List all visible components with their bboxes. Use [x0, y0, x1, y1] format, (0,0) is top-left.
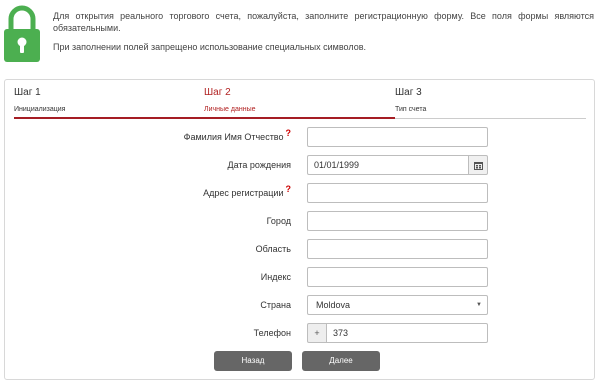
- step-indicator: Шаг 1 Инициализация Шаг 2 Личные данные …: [14, 87, 586, 121]
- calendar-button[interactable]: [468, 155, 488, 175]
- phone-input[interactable]: [326, 323, 488, 343]
- step-1-subtitle: Инициализация: [14, 106, 66, 113]
- city-row: Город: [5, 211, 594, 231]
- step-2-subtitle: Личные данные: [204, 106, 256, 113]
- region-row: Область: [5, 239, 594, 259]
- intro-text: Для открытия реального торгового счета, …: [53, 10, 594, 53]
- country-row: Страна Moldova ▼: [5, 295, 594, 315]
- country-select[interactable]: Moldova ▼: [307, 295, 488, 315]
- region-label: Область: [255, 244, 291, 254]
- step-3-subtitle: Тип счета: [395, 106, 427, 113]
- step-1: Шаг 1 Инициализация: [14, 87, 65, 121]
- country-selected-value: Moldova: [316, 300, 351, 310]
- birth-date-input[interactable]: [307, 155, 469, 175]
- steps-progress-bar: [14, 117, 395, 119]
- zip-label: Индекс: [260, 272, 291, 282]
- zip-input[interactable]: [307, 267, 488, 287]
- address-input[interactable]: [307, 183, 488, 203]
- full-name-label: Фамилия Имя Отчество?: [183, 128, 292, 142]
- back-button[interactable]: Назад: [214, 351, 292, 371]
- step-3-title: Шаг 3: [395, 87, 422, 98]
- step-1-title: Шаг 1: [14, 87, 41, 98]
- step-3: Шаг 3 Тип счета: [395, 87, 426, 121]
- intro-required-note: Для открытия реального торгового счета, …: [53, 11, 594, 33]
- phone-label: Телефон: [253, 328, 291, 338]
- registration-form-panel: Шаг 1 Инициализация Шаг 2 Личные данные …: [4, 79, 595, 380]
- country-label: Страна: [260, 300, 291, 310]
- address-row: Адрес регистрации?: [5, 183, 594, 203]
- region-input[interactable]: [307, 239, 488, 259]
- next-button[interactable]: Далее: [302, 351, 380, 371]
- phone-field: +: [307, 323, 488, 343]
- intro-special-chars-note: При заполнении полей запрещено использов…: [53, 42, 366, 52]
- birth-date-picker: [307, 155, 488, 175]
- city-label: Город: [266, 216, 291, 226]
- birth-date-row: Дата рождения: [5, 155, 594, 175]
- address-help-icon[interactable]: ?: [286, 184, 292, 194]
- lock-icon: [4, 5, 40, 62]
- step-2: Шаг 2 Личные данные: [204, 87, 256, 121]
- full-name-row: Фамилия Имя Отчество?: [5, 127, 594, 147]
- zip-row: Индекс: [5, 267, 594, 287]
- birth-date-label: Дата рождения: [227, 160, 292, 170]
- full-name-input[interactable]: [307, 127, 488, 147]
- phone-row: Телефон +: [5, 323, 594, 343]
- calendar-icon: [473, 161, 483, 170]
- phone-prefix: +: [307, 323, 327, 343]
- city-input[interactable]: [307, 211, 488, 231]
- address-label: Адрес регистрации?: [203, 184, 292, 198]
- full-name-help-icon[interactable]: ?: [286, 128, 292, 138]
- step-2-title: Шаг 2: [204, 87, 231, 98]
- chevron-down-icon: ▼: [476, 302, 482, 308]
